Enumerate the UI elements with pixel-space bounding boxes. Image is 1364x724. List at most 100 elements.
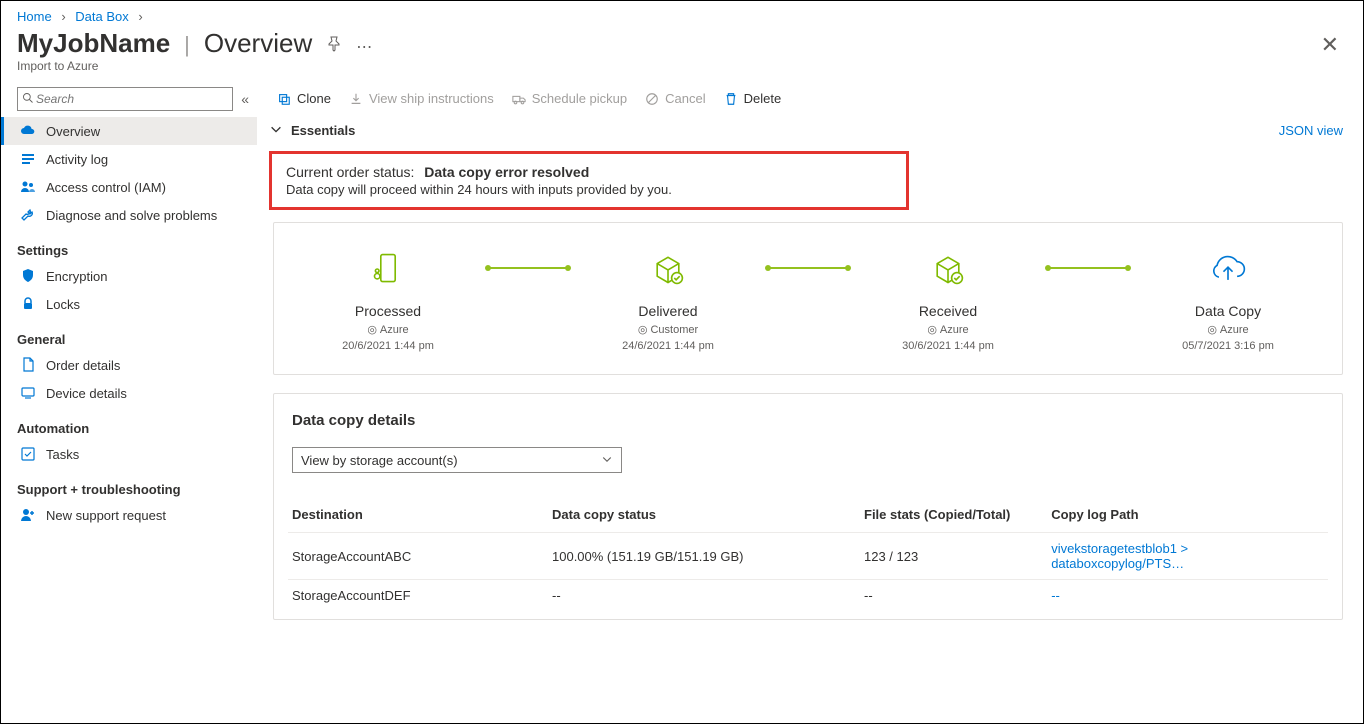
main: Clone View ship instructions Schedule pi… <box>257 83 1363 715</box>
stage-timestamp: 24/6/2021 1:44 pm <box>568 340 768 352</box>
cell-logpath-link[interactable]: vivekstoragetestblob1 > databoxcopylog/P… <box>1047 533 1328 580</box>
support-icon <box>20 507 36 523</box>
sidebar-item-label: Tasks <box>46 447 79 462</box>
col-filestats: File stats (Copied/Total) <box>860 501 1047 533</box>
stage-title: Processed <box>288 303 488 323</box>
pin-icon[interactable] <box>326 36 342 57</box>
breadcrumb-databox[interactable]: Data Box <box>75 9 128 24</box>
search-icon <box>22 92 36 107</box>
cell-status: -- <box>548 580 860 612</box>
sidebar-item-iam[interactable]: Access control (IAM) <box>1 173 257 201</box>
cancel-button: Cancel <box>645 91 705 106</box>
clone-icon <box>277 92 291 106</box>
sidebar-item-label: Encryption <box>46 269 107 284</box>
sidebar-section-automation: Automation <box>1 407 257 440</box>
breadcrumb-sep: › <box>138 9 142 24</box>
schedule-label: Schedule pickup <box>532 91 627 106</box>
search-input[interactable] <box>17 87 233 111</box>
col-destination: Destination <box>288 501 548 533</box>
stage-timestamp: 20/6/2021 1:44 pm <box>288 340 488 352</box>
stage-connector <box>1048 267 1128 269</box>
server-icon <box>288 249 488 289</box>
stage-title: Delivered <box>568 303 768 323</box>
details-title: Data copy details <box>288 412 1328 447</box>
trash-icon <box>724 92 738 106</box>
json-view-link[interactable]: JSON view <box>1279 123 1343 138</box>
title-divider: | <box>184 32 190 58</box>
stage-processed: Processed ◎Azure 20/6/2021 1:44 pm <box>288 249 488 352</box>
stage-delivered: Delivered ◎Customer 24/6/2021 1:44 pm <box>568 249 768 352</box>
col-status: Data copy status <box>548 501 860 533</box>
tasks-icon <box>20 446 36 462</box>
sidebar-section-support: Support + troubleshooting <box>1 468 257 501</box>
toolbar: Clone View ship instructions Schedule pi… <box>257 83 1363 116</box>
sidebar-item-overview[interactable]: Overview <box>1 117 257 145</box>
title-row: MyJobName | Overview ⋯ ✕ <box>1 26 1363 59</box>
package-check-icon <box>848 249 1048 289</box>
sidebar-item-locks[interactable]: Locks <box>1 290 257 318</box>
select-value: View by storage account(s) <box>301 453 458 468</box>
download-icon <box>349 92 363 106</box>
sidebar-item-encryption[interactable]: Encryption <box>1 262 257 290</box>
stage-location: Azure <box>1220 324 1249 336</box>
people-icon <box>20 179 36 195</box>
stage-connector <box>768 267 848 269</box>
sidebar-item-order-details[interactable]: Order details <box>1 351 257 379</box>
chevron-down-icon[interactable] <box>269 122 283 139</box>
cell-filestats: -- <box>860 580 1047 612</box>
close-icon[interactable]: ✕ <box>1321 32 1347 58</box>
status-label: Current order status: <box>286 164 414 180</box>
stage-title: Received <box>848 303 1048 323</box>
subtitle: Import to Azure <box>1 59 1363 83</box>
stage-timestamp: 05/7/2021 3:16 pm <box>1128 340 1328 352</box>
sidebar-item-label: Activity log <box>46 152 108 167</box>
sidebar-item-tasks[interactable]: Tasks <box>1 440 257 468</box>
clone-label: Clone <box>297 91 331 106</box>
sidebar-item-support-request[interactable]: New support request <box>1 501 257 529</box>
data-copy-details-panel: Data copy details View by storage accoun… <box>273 393 1343 620</box>
cancel-icon <box>645 92 659 106</box>
location-icon: ◎ <box>1207 323 1217 336</box>
stage-timestamp: 30/6/2021 1:44 pm <box>848 340 1048 352</box>
essentials-title: Essentials <box>291 123 355 138</box>
stage-location: Customer <box>650 324 698 336</box>
package-check-icon <box>568 249 768 289</box>
breadcrumb-sep: › <box>61 9 65 24</box>
location-icon: ◎ <box>367 323 377 336</box>
sidebar-item-label: Device details <box>46 386 127 401</box>
essentials-header: Essentials JSON view <box>257 116 1363 147</box>
cell-destination: StorageAccountDEF <box>288 580 548 612</box>
status-callout: Current order status: Data copy error re… <box>269 151 909 210</box>
page-title: Overview <box>204 28 312 59</box>
delete-button[interactable]: Delete <box>724 91 782 106</box>
breadcrumb-home[interactable]: Home <box>17 9 52 24</box>
clone-button[interactable]: Clone <box>277 91 331 106</box>
lock-icon <box>20 296 36 312</box>
view-by-select[interactable]: View by storage account(s) <box>292 447 622 473</box>
sidebar-item-diagnose[interactable]: Diagnose and solve problems <box>1 201 257 229</box>
stage-data-copy: Data Copy ◎Azure 05/7/2021 3:16 pm <box>1128 249 1328 352</box>
cell-logpath-link[interactable]: -- <box>1047 580 1328 612</box>
stage-location: Azure <box>940 324 969 336</box>
sidebar-item-label: Diagnose and solve problems <box>46 208 217 223</box>
collapse-sidebar-icon[interactable]: « <box>241 91 249 107</box>
sidebar-item-activity-log[interactable]: Activity log <box>1 145 257 173</box>
schedule-button: Schedule pickup <box>512 91 627 106</box>
sidebar-section-general: General <box>1 318 257 351</box>
cell-filestats: 123 / 123 <box>860 533 1047 580</box>
stage-title: Data Copy <box>1128 303 1328 323</box>
location-icon: ◎ <box>927 323 937 336</box>
table-row: StorageAccountABC 100.00% (151.19 GB/151… <box>288 533 1328 580</box>
sidebar-item-label: Order details <box>46 358 120 373</box>
stage-connector <box>488 267 568 269</box>
search-field[interactable] <box>36 92 228 106</box>
cloud-upload-icon <box>1128 249 1328 289</box>
chevron-down-icon <box>601 453 613 468</box>
truck-icon <box>512 92 526 106</box>
sidebar-item-device-details[interactable]: Device details <box>1 379 257 407</box>
cloud-icon <box>20 123 36 139</box>
cell-destination: StorageAccountABC <box>288 533 548 580</box>
device-icon <box>20 385 36 401</box>
more-icon[interactable]: ⋯ <box>356 37 372 57</box>
location-icon: ◎ <box>638 323 648 336</box>
